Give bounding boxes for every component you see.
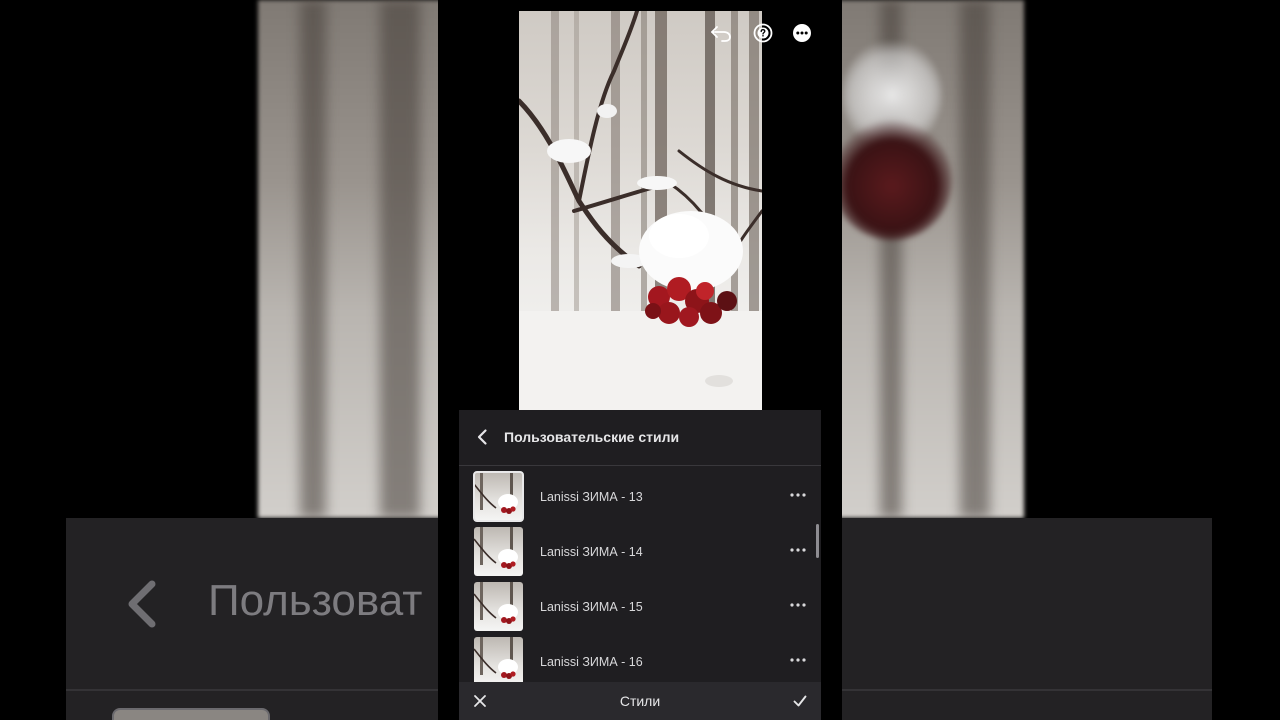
bottom-bar: Стили bbox=[459, 682, 821, 720]
style-item[interactable]: Lanissi ЗИМА - 14 bbox=[459, 523, 821, 578]
blurred-tree-trunk bbox=[960, 0, 990, 518]
style-list: Lanissi ЗИМА - 13 Lanissi ЗИМА - 14 Lani… bbox=[459, 466, 821, 682]
styles-panel: Пользовательские стили Lanissi ЗИМА - 13 bbox=[459, 410, 821, 720]
blurred-tree-trunk bbox=[380, 0, 420, 518]
more-icon[interactable] bbox=[789, 600, 807, 610]
blurred-chevron-icon bbox=[128, 580, 156, 628]
photo-image bbox=[519, 11, 762, 410]
style-thumbnail bbox=[474, 582, 523, 631]
style-thumbnail bbox=[474, 527, 523, 576]
undo-button[interactable] bbox=[710, 22, 732, 44]
more-options-button[interactable] bbox=[791, 22, 813, 44]
style-item[interactable]: Lanissi ЗИМА - 16 bbox=[459, 633, 821, 682]
more-icon[interactable] bbox=[789, 490, 807, 500]
style-item[interactable]: Lanissi ЗИМА - 13 bbox=[459, 468, 821, 523]
blurred-tree-trunk bbox=[300, 0, 326, 518]
bottom-bar-title: Стили bbox=[619, 693, 661, 709]
scrollbar[interactable] bbox=[816, 524, 819, 558]
more-icon[interactable] bbox=[789, 545, 807, 555]
styles-panel-title: Пользовательские стили bbox=[504, 429, 680, 445]
undo-icon bbox=[711, 26, 731, 42]
style-item-label: Lanissi ЗИМА - 14 bbox=[540, 545, 643, 559]
style-item-label: Lanissi ЗИМА - 13 bbox=[540, 490, 643, 504]
blurred-panel-title: Пользоват bbox=[208, 576, 423, 625]
blurred-berries bbox=[832, 120, 952, 240]
style-item[interactable]: Lanissi ЗИМА - 15 bbox=[459, 578, 821, 633]
help-button[interactable] bbox=[752, 22, 774, 44]
chevron-left-icon[interactable] bbox=[473, 427, 493, 447]
phone-screen: Пользовательские стили Lanissi ЗИМА - 13 bbox=[438, 0, 842, 720]
more-icon[interactable] bbox=[789, 655, 807, 665]
photo-preview[interactable] bbox=[519, 11, 762, 410]
more-icon bbox=[793, 24, 811, 42]
style-item-label: Lanissi ЗИМА - 16 bbox=[540, 655, 643, 669]
checkmark-icon[interactable] bbox=[792, 693, 808, 709]
style-thumbnail bbox=[474, 637, 523, 682]
style-item-label: Lanissi ЗИМА - 15 bbox=[540, 600, 643, 614]
styles-panel-header: Пользовательские стили bbox=[459, 410, 821, 465]
blurred-thumbnail bbox=[112, 708, 270, 720]
style-thumbnail bbox=[473, 471, 524, 522]
help-icon bbox=[753, 23, 773, 43]
